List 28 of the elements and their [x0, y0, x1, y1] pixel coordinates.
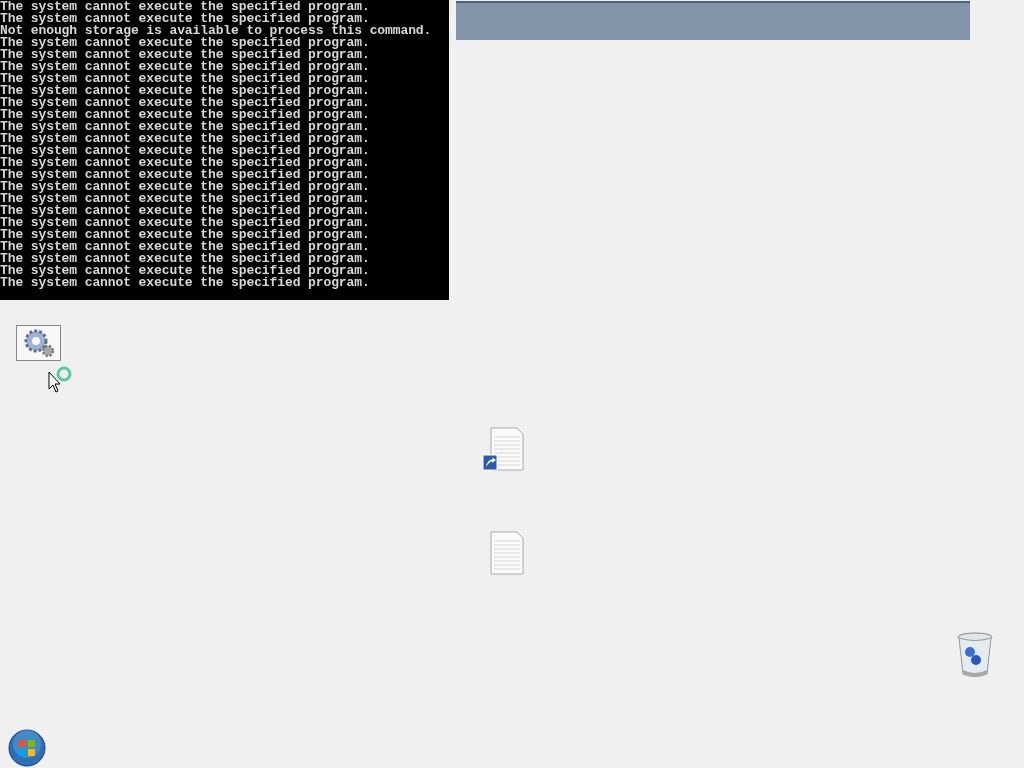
console-line: The system cannot execute the specified program. [0, 229, 370, 241]
console-line: The system cannot execute the specified program. [0, 169, 370, 181]
console-line: The system cannot execute the specified program. [0, 85, 370, 97]
console-line: The system cannot execute the specified program. [0, 61, 370, 73]
recycle-bin-icon[interactable] [956, 632, 994, 679]
gear-icon[interactable] [16, 325, 61, 361]
console-line: The system cannot execute the specified program. [0, 157, 370, 169]
console-line: The system cannot execute the specified program. [0, 253, 370, 265]
console-line: The system cannot execute the specified program. [0, 97, 370, 109]
document-shortcut-icon[interactable] [482, 427, 524, 471]
console-line: The system cannot execute the specified program. [0, 145, 370, 157]
console-line: The system cannot execute the specified program. [0, 277, 370, 289]
console-line: The system cannot execute the specified program. [0, 193, 370, 205]
console-line: The system cannot execute the specified program. [0, 241, 370, 253]
console-line: The system cannot execute the specified program. [0, 265, 370, 277]
console-line: The system cannot execute the specified program. [0, 121, 370, 133]
console-line: The system cannot execute the specified program. [0, 73, 370, 85]
console-line: The system cannot execute the specified program. [0, 1, 370, 13]
console-line: Not enough storage is available to process this command. [0, 25, 432, 37]
console-line: The system cannot execute the specified program. [0, 133, 370, 145]
console-line: The system cannot execute the specified program. [0, 13, 370, 25]
console-line: The system cannot execute the specified program. [0, 205, 370, 217]
console-line: The system cannot execute the specified program. [0, 217, 370, 229]
console-line: The system cannot execute the specified program. [0, 37, 370, 49]
console-line: The system cannot execute the specified program. [0, 181, 370, 193]
console-line: The system cannot execute the specified program. [0, 49, 370, 61]
start-button[interactable] [8, 729, 46, 767]
console-line: The system cannot execute the specified program. [0, 109, 370, 121]
